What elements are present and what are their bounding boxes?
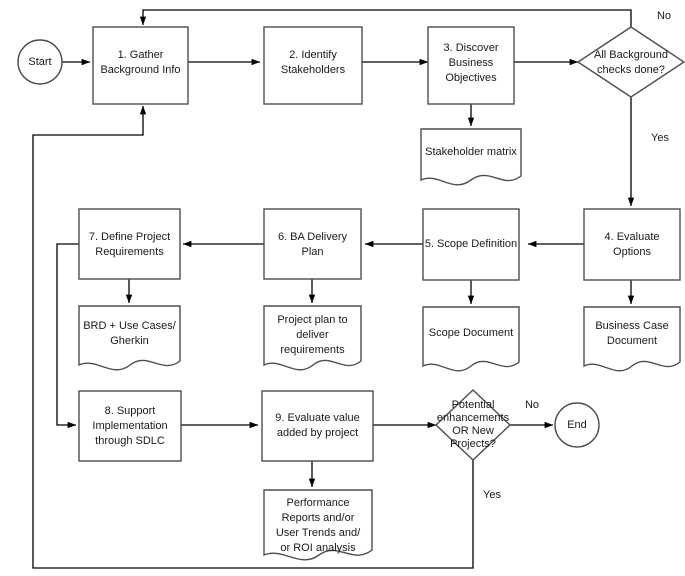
node-doc-project-plan[interactable]: Project plan to deliver requirements [263, 305, 362, 371]
node-step7[interactable]: 7. Define Project Requirements [78, 208, 181, 280]
decision2-label-line4: Projects? [450, 438, 496, 450]
doc-performance-label-line3: User Trends and/ [276, 527, 361, 539]
node-doc-business-case[interactable]: Business Case Document [583, 306, 681, 372]
doc-brd-label-line1: BRD + Use Cases/ [83, 320, 177, 332]
doc-brd-label-line2: Gherkin [110, 335, 149, 347]
doc-performance-label-line4: or ROI analysis [280, 542, 356, 554]
doc-business-case-label-line2: Document [607, 335, 657, 347]
node-step1[interactable]: 1. Gather Background Info [92, 26, 189, 105]
step3-label-line1: 3. Discover [443, 42, 498, 54]
step8-label-line1: 8. Support [105, 405, 156, 417]
step6-label-line2: Plan [301, 246, 323, 258]
decision2-yes-label: Yes [483, 489, 501, 501]
decision2-no-label: No [525, 399, 539, 411]
decision2-label-line2: enhancements [437, 412, 510, 424]
decision1-shape[interactable] [576, 26, 685, 98]
doc-project-plan-label-line1: Project plan to [277, 314, 347, 326]
step1-label-line1: 1. Gather [118, 49, 164, 61]
node-step8[interactable]: 8. Support Implementation through SDLC [78, 390, 182, 462]
step5-label-line1: 5. Scope Definition [425, 238, 517, 250]
step7-shape[interactable] [78, 208, 181, 280]
node-doc-stakeholder[interactable]: Stakeholder matrix [420, 128, 522, 186]
step3-label-line3: Objectives [445, 72, 497, 84]
step3-label-line2: Business [449, 57, 494, 69]
decision1-no-label: No [657, 10, 671, 22]
flowchart-diagram: Start 1. Gather Background Info 2. Ident… [17, 9, 685, 569]
step9-label-line1: 9. Evaluate value [275, 412, 359, 424]
step4-label-line1: 4. Evaluate [604, 231, 659, 243]
flowchart-canvas: Start 1. Gather Background Info 2. Ident… [0, 0, 685, 576]
doc-scope-label-line1: Scope Document [429, 327, 513, 339]
step2-label-line2: Stakeholders [281, 64, 346, 76]
node-step5[interactable]: 5. Scope Definition [422, 208, 520, 281]
doc-project-plan-label-line2: deliver [296, 329, 329, 341]
doc-performance-label-line2: Reports and/or [282, 512, 355, 524]
node-end[interactable]: End [554, 402, 600, 448]
doc-project-plan-label-line3: requirements [280, 344, 345, 356]
step4-label-line2: Options [613, 246, 651, 258]
doc-business-case-label-line1: Business Case [595, 320, 668, 332]
node-step9[interactable]: 9. Evaluate value added by project [261, 390, 374, 462]
decision2-label-line1: Potential [452, 399, 495, 411]
decision1-label-line2: checks done? [597, 64, 665, 76]
step2-label-line1: 2. Identify [289, 49, 337, 61]
step8-label-line3: through SDLC [95, 435, 165, 447]
edge-step7-to-step8 [56, 243, 79, 429]
node-decision1[interactable]: All Background checks done? [576, 26, 685, 98]
node-step2[interactable]: 2. Identify Stakeholders [263, 26, 363, 105]
node-start[interactable]: Start [17, 39, 63, 85]
node-doc-performance[interactable]: Performance Reports and/or User Trends a… [263, 489, 373, 561]
step8-label-line2: Implementation [92, 420, 167, 432]
doc-performance-label-line1: Performance [287, 497, 350, 509]
decision1-yes-label: Yes [651, 132, 669, 144]
node-doc-scope[interactable]: Scope Document [422, 306, 520, 372]
decision2-label-line3: OR New [452, 425, 494, 437]
end-label: End [567, 419, 587, 431]
step4-shape[interactable] [583, 208, 681, 281]
step1-label-line2: Background Info [100, 64, 180, 76]
step6-label-line1: 6. BA Delivery [278, 231, 348, 243]
node-step4[interactable]: 4. Evaluate Options [583, 208, 681, 281]
start-label: Start [28, 56, 51, 68]
node-step6[interactable]: 6. BA Delivery Plan [263, 208, 362, 280]
node-doc-brd[interactable]: BRD + Use Cases/ Gherkin [78, 305, 181, 371]
step7-label-line2: Requirements [95, 246, 164, 258]
doc-stakeholder-label-line1: Stakeholder matrix [425, 146, 517, 158]
node-decision2[interactable]: Potential enhancements OR New Projects? [434, 389, 512, 461]
step9-label-line2: added by project [277, 427, 358, 439]
edge-decision1-no-to-step1 [139, 9, 632, 27]
step6-shape[interactable] [263, 208, 362, 280]
decision1-label-line1: All Background [594, 49, 668, 61]
step7-label-line1: 7. Define Project [89, 231, 170, 243]
node-step3[interactable]: 3. Discover Business Objectives [427, 26, 515, 105]
